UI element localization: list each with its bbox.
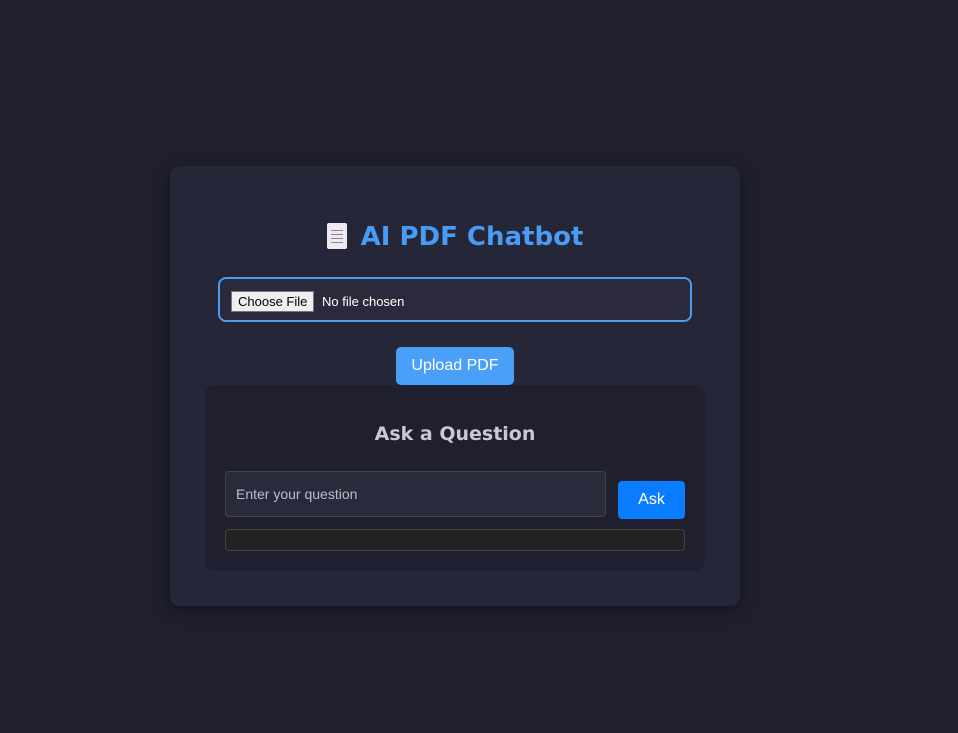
- file-input[interactable]: Choose File No file chosen: [218, 277, 692, 322]
- response-box: [225, 529, 685, 551]
- page-title: AI PDF Chatbot: [170, 222, 740, 252]
- file-status: No file chosen: [322, 294, 405, 309]
- chatbot-card: AI PDF Chatbot Choose File No file chose…: [170, 166, 740, 606]
- page-title-text: AI PDF Chatbot: [360, 222, 584, 252]
- document-icon: [326, 223, 347, 249]
- choose-file-button[interactable]: Choose File: [231, 291, 315, 312]
- ask-section: Ask a Question Ask: [205, 385, 705, 571]
- ask-button[interactable]: Ask: [618, 481, 685, 519]
- upload-pdf-button[interactable]: Upload PDF: [396, 347, 514, 385]
- ask-title: Ask a Question: [374, 423, 536, 445]
- question-input[interactable]: [225, 471, 606, 517]
